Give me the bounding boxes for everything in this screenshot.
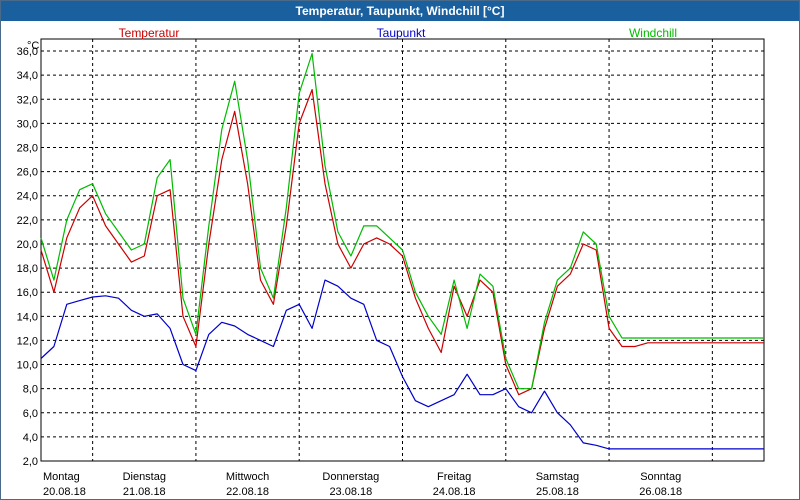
- y-tick-label: 28,0: [17, 143, 38, 155]
- y-tick-label: 22,0: [17, 215, 38, 227]
- y-tick-label: 16,0: [17, 287, 38, 299]
- legend-taupunkt: Taupunkt: [377, 26, 426, 40]
- x-tick-day-label: Sonntag: [640, 471, 681, 483]
- y-tick-label: 26,0: [17, 167, 38, 179]
- y-tick-label: 12,0: [17, 335, 38, 347]
- y-axis-unit-label: °C: [27, 40, 39, 52]
- y-tick-label: 18,0: [17, 263, 38, 275]
- y-tick-label: 4,0: [23, 432, 38, 444]
- x-tick-day-label: Freitag: [437, 471, 471, 483]
- chart-window: Temperatur, Taupunkt, Windchill [°C] 36,…: [0, 0, 800, 500]
- y-tick-label: 14,0: [17, 311, 38, 323]
- x-tick-day-label: Mittwoch: [226, 471, 269, 483]
- legend-temperatur: Temperatur: [119, 26, 180, 40]
- x-axis-ticks: Montag 20.08.18 Dienstag 21.08.18 Mittwoch 22…: [43, 471, 682, 498]
- x-tick-date-label: 22.08.18: [226, 486, 269, 498]
- y-tick-label: 2,0: [23, 456, 38, 468]
- x-tick-day-label: Samstag: [536, 471, 579, 483]
- y-tick-label: 34,0: [17, 70, 38, 82]
- y-tick-label: 6,0: [23, 408, 38, 420]
- x-tick-date-label: 25.08.18: [536, 486, 579, 498]
- x-tick-date-label: 24.08.18: [433, 486, 476, 498]
- line-chart: 36,034,032,030,028,026,024,022,020,018,0…: [17, 26, 765, 498]
- x-tick-date-label: 23.08.18: [329, 486, 372, 498]
- y-axis-ticks: 36,034,032,030,028,026,024,022,020,018,0…: [17, 46, 38, 468]
- y-tick-label: 24,0: [17, 191, 38, 203]
- y-tick-label: 32,0: [17, 94, 38, 106]
- x-tick-day-label: Donnerstag: [322, 471, 379, 483]
- y-tick-label: 10,0: [17, 360, 38, 372]
- y-tick-label: 30,0: [17, 118, 38, 130]
- x-tick-day-label: Dienstag: [123, 471, 166, 483]
- x-tick-date-label: 21.08.18: [123, 486, 166, 498]
- y-tick-label: 20,0: [17, 239, 38, 251]
- y-tick-label: 8,0: [23, 384, 38, 396]
- x-tick-day-label: Montag: [43, 471, 80, 483]
- x-tick-date-label: 26.08.18: [639, 486, 682, 498]
- x-tick-date-label: 20.08.18: [43, 486, 86, 498]
- legend-windchill: Windchill: [629, 26, 677, 40]
